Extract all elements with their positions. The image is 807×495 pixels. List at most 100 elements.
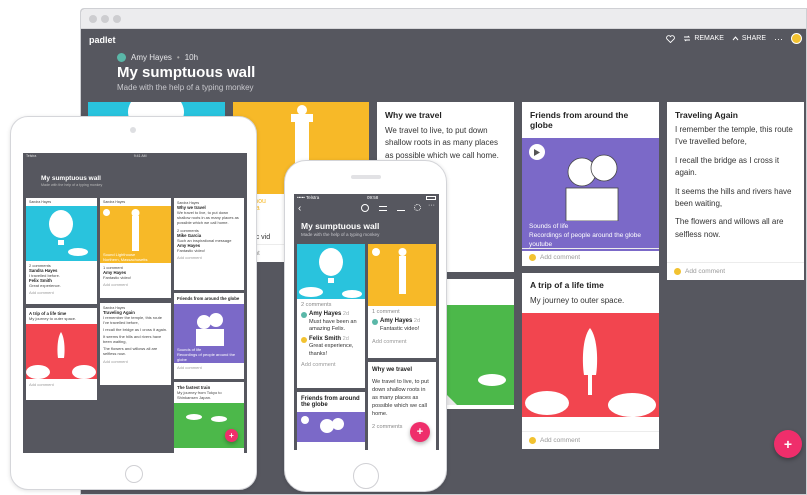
remake-button[interactable]: REMAKE <box>683 35 724 42</box>
phone-wall-title: My sumptuous wall <box>301 221 380 231</box>
tablet-again-line3: It seems the hills and rivers have been … <box>103 334 162 344</box>
window-close-dot[interactable] <box>89 15 97 23</box>
trip-add-comment[interactable]: Add comment <box>522 431 659 449</box>
tablet-add-comment[interactable]: Add comment <box>174 363 244 372</box>
share-icon[interactable] <box>397 205 405 211</box>
phone-comment-author: Felix Smith <box>309 335 342 342</box>
tablet-lighthouse-card[interactable]: Sandra Hayes Sound Lighthouse Northern, … <box>100 198 171 298</box>
tablet-caption-text: Northern, Massachusetts <box>103 257 148 262</box>
tablet-time: 9:41 AM <box>133 154 147 158</box>
remake-label: REMAKE <box>694 35 724 42</box>
tablet-again-line2: I recall the bridge as I cross it again. <box>103 327 168 332</box>
tablet-balloon-image <box>26 206 97 261</box>
phone-toolbar: ‹ ··· <box>294 202 439 216</box>
wall-title: My sumptuous wall <box>117 64 256 81</box>
share-icon <box>732 36 739 41</box>
again-add-comment[interactable]: Add comment <box>667 262 804 280</box>
tablet-wall-title: My sumptuous wall <box>41 175 101 182</box>
topbar-actions: REMAKE SHARE ··· <box>666 33 802 44</box>
play-icon[interactable] <box>103 209 110 216</box>
play-icon[interactable] <box>372 248 380 256</box>
add-comment-label: Add comment <box>540 437 581 444</box>
card-title: A trip of a life time <box>530 280 604 290</box>
tablet-card-author: Sandra Hayes <box>103 200 126 204</box>
phone-carrier: ••••• Telstra <box>297 195 320 200</box>
padlet-logo[interactable]: padlet <box>89 35 116 45</box>
poem-line-4: The flowers and willows all are selfless… <box>675 217 784 239</box>
phone-balloon-card[interactable]: 2 comments Amy Hayes 2d Must have been a… <box>297 244 365 388</box>
tablet-friends-image <box>174 304 244 346</box>
phone-home-button[interactable] <box>353 463 379 489</box>
share-button[interactable]: SHARE <box>732 35 766 42</box>
tablet-home-button[interactable] <box>125 465 143 483</box>
phone-comment-text: Must have been an amazing Felix. <box>309 319 357 333</box>
wall-subtitle: Made with the help of a typing monkey <box>117 83 254 92</box>
phone-comment-age: 2d <box>342 311 350 318</box>
tablet-balloon-card[interactable]: Sandra Hayes 2 comments Sandra Hayes I t… <box>26 198 97 304</box>
window-minimize-dot[interactable] <box>101 15 109 23</box>
phone-add-comment[interactable]: Add comment <box>301 362 361 369</box>
phone-add-post-fab[interactable]: + <box>410 422 430 442</box>
heart-icon[interactable] <box>666 34 676 43</box>
friends-add-comment[interactable]: Add comment <box>522 248 659 266</box>
more-icon[interactable]: ··· <box>428 202 435 209</box>
phone-comment-count: 1 comment <box>372 309 400 315</box>
gear-icon[interactable] <box>414 204 421 211</box>
phone-friends-image <box>297 412 365 442</box>
tablet-add-comment[interactable]: Add comment <box>29 290 94 295</box>
tablet-friends-card[interactable]: Friends from around the globe Sounds of … <box>174 293 244 379</box>
tablet-camera <box>130 127 136 133</box>
friends-card[interactable]: Friends from around the globe Sounds of … <box>522 102 659 266</box>
tablet-comment-text: Fantastic video! <box>103 275 132 280</box>
battery-icon <box>425 196 436 200</box>
user-avatar[interactable] <box>791 33 802 44</box>
tablet-add-comment[interactable]: Add comment <box>103 282 168 287</box>
phone-comment-text: Great experience, thanks! <box>309 343 354 357</box>
trip-card[interactable]: A trip of a life time My journey to oute… <box>522 273 659 449</box>
tablet-add-comment[interactable]: Add comment <box>26 380 97 389</box>
tablet-lighthouse-image <box>100 206 171 251</box>
remake-icon[interactable] <box>379 206 387 211</box>
padlet-topbar: padlet REMAKE SHARE ··· <box>81 29 806 51</box>
phone-screen: ••••• Telstra 09:58 ‹ ··· My sumptuous w… <box>294 194 439 450</box>
author-avatar <box>117 53 126 62</box>
rocket-image <box>522 313 659 417</box>
tablet-train-card[interactable]: The fastest train My journey from Tokyo … <box>174 382 244 453</box>
phone-friends-title: Friends from around the globe <box>301 396 360 408</box>
play-icon[interactable] <box>301 416 309 424</box>
friends-caption-title: Sounds of life <box>529 223 569 230</box>
separator-dot: • <box>176 53 180 62</box>
author-name[interactable]: Amy Hayes <box>131 53 172 62</box>
back-arrow-icon[interactable]: ‹ <box>298 203 301 214</box>
remake-icon <box>684 35 691 42</box>
tablet-carrier: Telstra <box>26 154 37 158</box>
tablet-wall-subtitle: Made with the help of a typing monkey <box>41 183 103 187</box>
tablet-status-bar: Telstra 9:41 AM <box>23 153 247 160</box>
card-title: Why we travel <box>385 110 442 120</box>
tablet-add-post-fab[interactable]: + <box>225 429 238 442</box>
tablet-trip-card[interactable]: A trip of a life time My journey to oute… <box>26 308 97 400</box>
phone-speaker <box>351 175 381 179</box>
traveling-again-card[interactable]: Traveling Again I remember the temple, t… <box>667 102 804 280</box>
add-post-fab[interactable]: + <box>774 430 802 458</box>
tablet-add-comment[interactable]: Add comment <box>177 255 241 260</box>
tablet-why-we-travel-card[interactable]: Sandra Hayes Why we travel We travel to … <box>174 198 244 290</box>
phone-travel-text: We travel to live, to put down shallow r… <box>372 378 429 418</box>
tablet-screen: Telstra 9:41 AM My sumptuous wall Made w… <box>23 153 247 453</box>
phone-comment-count: 2 comments <box>301 302 332 308</box>
phone-add-comment[interactable]: Add comment <box>372 339 432 346</box>
tablet-comment-text: Great experience. <box>29 283 61 288</box>
phone-travel-title: Why we travel <box>372 367 413 373</box>
wall-author: Amy Hayes • 10h <box>117 53 198 62</box>
tablet-add-comment[interactable]: Add comment <box>103 359 168 364</box>
heart-icon[interactable] <box>361 204 369 212</box>
tablet-again-line4: The flowers and willows all are selfless… <box>103 346 158 356</box>
phone-lighthouse-card[interactable]: 1 comment Amy Hayes 2d Fantastic video! … <box>368 244 436 358</box>
phone-friends-card[interactable]: Friends from around the globe <box>297 392 365 450</box>
tablet-traveling-again-card[interactable]: Sandra Hayes Traveling Again I remember … <box>100 303 171 385</box>
window-maximize-dot[interactable] <box>113 15 121 23</box>
more-menu-button[interactable]: ··· <box>774 34 783 44</box>
play-icon[interactable] <box>529 144 545 160</box>
phone-status-bar: ••••• Telstra 09:58 <box>294 194 439 202</box>
avatar <box>372 319 378 326</box>
